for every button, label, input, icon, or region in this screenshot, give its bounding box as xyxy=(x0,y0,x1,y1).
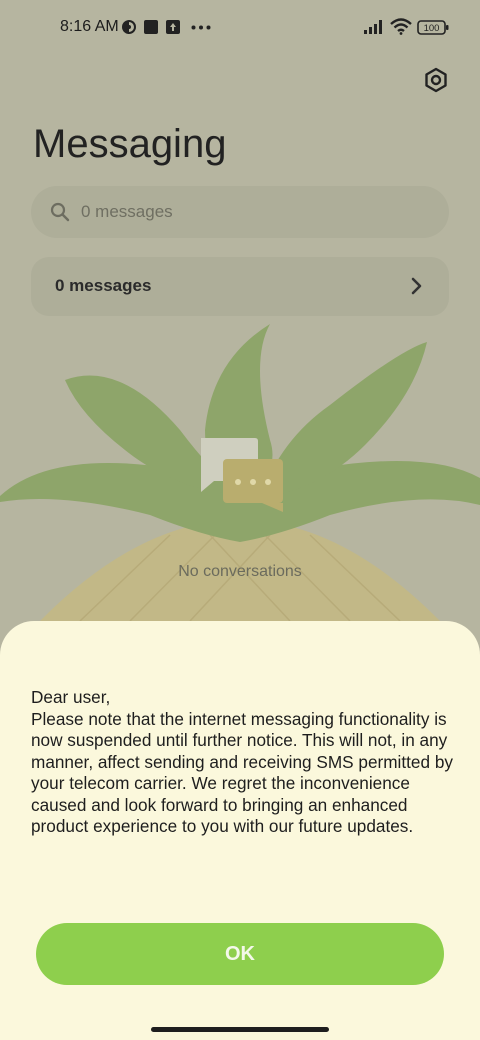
status-time: 8:16 AM xyxy=(60,18,119,35)
search-icon xyxy=(50,202,70,222)
messages-row-label: 0 messages xyxy=(55,276,152,295)
battery-icon: 100 xyxy=(417,20,449,35)
home-indicator[interactable] xyxy=(151,1027,329,1032)
vpn-icon xyxy=(122,20,136,34)
gear-icon xyxy=(425,67,447,93)
notice-body: Please note that the internet messaging … xyxy=(31,708,453,837)
more-dots-icon xyxy=(191,25,211,30)
settings-button[interactable] xyxy=(421,65,451,95)
notification-square-icon xyxy=(144,20,158,34)
page-title: Messaging xyxy=(33,122,227,166)
status-bar: 8:16 AM 100 xyxy=(0,0,480,56)
signal-icon xyxy=(364,20,382,34)
empty-state-label: No conversations xyxy=(178,563,302,580)
battery-level: 100 xyxy=(424,23,440,34)
notice-text: Dear user, Please note that the internet… xyxy=(31,687,461,838)
search-input[interactable] xyxy=(81,200,411,224)
wifi-icon xyxy=(390,18,412,35)
ok-button[interactable]: OK xyxy=(36,923,444,985)
notice-greeting: Dear user, xyxy=(31,687,111,707)
search-bar[interactable] xyxy=(31,186,449,238)
messages-row[interactable]: 0 messages xyxy=(31,257,449,316)
notice-dialog: Dear user, Please note that the internet… xyxy=(0,621,480,1040)
chevron-right-icon xyxy=(411,277,422,295)
upload-box-icon xyxy=(166,20,180,34)
